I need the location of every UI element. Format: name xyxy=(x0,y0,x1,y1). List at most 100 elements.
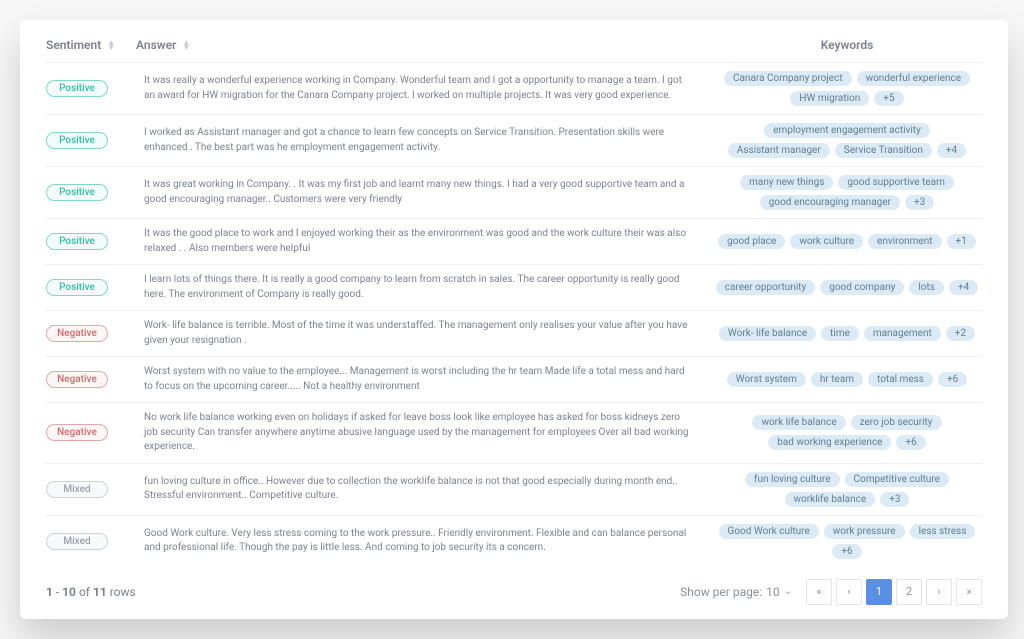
table-row: Mixed Good Work culture. Very less stress… xyxy=(46,516,982,567)
keyword-more-pill[interactable]: +6 xyxy=(896,435,925,450)
cell-sentiment: Mixed xyxy=(46,481,136,498)
keyword-pill[interactable]: Work- life balance xyxy=(719,326,816,341)
table-header: Sentiment ▲▼ Answer ▲▼ Keywords xyxy=(46,30,982,63)
keyword-more-pill[interactable]: +3 xyxy=(905,195,934,210)
column-label: Keywords xyxy=(821,38,874,52)
cell-answer: Worst system with no value to the employ… xyxy=(144,365,704,394)
cell-answer: It was the good place to work and I enjo… xyxy=(144,227,704,256)
table-row: Negative Work- life balance is terrible. … xyxy=(46,311,982,357)
perpage-value: 10 xyxy=(766,585,780,599)
keyword-more-pill[interactable]: +1 xyxy=(947,234,976,249)
cell-keywords: Canara Company project wonderful experien… xyxy=(712,71,982,106)
cell-keywords: fun loving culture Competitive culture wor… xyxy=(712,472,982,507)
sentiment-badge: Positive xyxy=(46,233,108,250)
pager-next[interactable]: › xyxy=(926,579,952,605)
per-page-select[interactable]: Show per page: 10 ⌄ xyxy=(680,585,792,599)
column-header-answer[interactable]: Answer ▲▼ xyxy=(136,38,712,52)
keyword-pill[interactable]: total mess xyxy=(868,372,933,387)
table-row: Mixed fun loving culture in office.. Howe… xyxy=(46,464,982,516)
keyword-pill[interactable]: Service Transition xyxy=(835,143,932,158)
cell-answer: Work- life balance is terrible. Most of … xyxy=(144,319,704,348)
keyword-pill[interactable]: work pressure xyxy=(824,524,905,539)
row-range-label: 1 - 10 of 11 rows xyxy=(46,585,136,599)
keyword-pill[interactable]: good supportive team xyxy=(838,175,953,190)
keyword-pill[interactable]: management xyxy=(864,326,941,341)
keyword-pill[interactable]: Worst system xyxy=(727,372,806,387)
keyword-pill[interactable]: fun loving culture xyxy=(745,472,840,487)
cell-answer: fun loving culture in office.. However d… xyxy=(144,475,704,504)
cell-sentiment: Positive xyxy=(46,233,136,250)
keyword-pill[interactable]: zero job security xyxy=(851,415,942,430)
cell-keywords: Work- life balance time management +2 xyxy=(712,326,982,341)
keyword-pill[interactable]: less stress xyxy=(910,524,976,539)
sort-icon[interactable]: ▲▼ xyxy=(182,40,190,50)
keyword-pill[interactable]: Canara Company project xyxy=(724,71,852,86)
cell-answer: Good Work culture. Very less stress comi… xyxy=(144,527,704,556)
keyword-pill[interactable]: worklife balance xyxy=(785,492,876,507)
cell-answer: I learn lots of things there. It is real… xyxy=(144,273,704,302)
keyword-pill[interactable]: Good Work culture xyxy=(719,524,819,539)
table-row: PositiveIt was great working in Company.… xyxy=(46,167,982,219)
range-total: 11 xyxy=(93,585,107,599)
cell-keywords: Worst system hr team total mess +6 xyxy=(712,372,982,387)
keyword-pill[interactable]: work life balance xyxy=(752,415,845,430)
cell-answer: No work life balance working even on hol… xyxy=(144,411,704,455)
cell-keywords: employment engagement activity Assistant … xyxy=(712,123,982,158)
keyword-pill[interactable]: work culture xyxy=(790,234,863,249)
column-header-sentiment[interactable]: Sentiment ▲▼ xyxy=(46,38,136,52)
keyword-pill[interactable]: HW migration xyxy=(790,91,869,106)
keyword-more-pill[interactable]: +2 xyxy=(946,326,975,341)
table-row: Positive I worked as Assistant manager an… xyxy=(46,115,982,167)
cell-sentiment: Mixed xyxy=(46,533,136,550)
cell-sentiment: Positive xyxy=(46,80,136,97)
keyword-pill[interactable]: bad working experience xyxy=(768,435,891,450)
cell-sentiment: Positive xyxy=(46,132,136,149)
keyword-pill[interactable]: Assistant manager xyxy=(728,143,830,158)
cell-answer: I worked as Assistant manager and got a … xyxy=(144,126,704,155)
keyword-pill[interactable]: career opportunity xyxy=(716,280,815,295)
sentiment-badge: Negative xyxy=(46,325,108,342)
range-to: 10 xyxy=(62,585,76,599)
keyword-pill[interactable]: good company xyxy=(820,280,904,295)
keyword-pill[interactable]: time xyxy=(821,326,859,341)
table-row: Negative Worst system with no value to th… xyxy=(46,357,982,403)
sentiment-badge: Positive xyxy=(46,80,108,97)
keyword-more-pill[interactable]: +4 xyxy=(949,280,978,295)
sentiment-badge: Negative xyxy=(46,371,108,388)
column-label: Sentiment xyxy=(46,38,101,52)
keyword-pill[interactable]: lots xyxy=(909,280,944,295)
table-row: PositiveIt was really a wonderful experi… xyxy=(46,63,982,115)
pager-page-2[interactable]: 2 xyxy=(896,579,922,605)
keyword-pill[interactable]: good place xyxy=(718,234,785,249)
cell-keywords: Good Work culture work pressure less stres… xyxy=(712,524,982,559)
table-body: PositiveIt was really a wonderful experi… xyxy=(46,63,982,567)
sort-icon[interactable]: ▲▼ xyxy=(107,40,115,50)
table-row: Negative No work life balance working eve… xyxy=(46,403,982,464)
keyword-pill[interactable]: hr team xyxy=(811,372,863,387)
keyword-more-pill[interactable]: +4 xyxy=(937,143,966,158)
cell-sentiment: Negative xyxy=(46,371,136,388)
pager-page-1[interactable]: 1 xyxy=(866,579,892,605)
cell-sentiment: Positive xyxy=(46,184,136,201)
keyword-pill[interactable]: wonderful experience xyxy=(857,71,970,86)
keyword-pill[interactable]: many new things xyxy=(740,175,833,190)
results-table-card: Sentiment ▲▼ Answer ▲▼ Keywords Positive… xyxy=(20,20,1008,619)
pager-first[interactable]: « xyxy=(806,579,832,605)
column-header-keywords: Keywords xyxy=(712,38,982,52)
keyword-more-pill[interactable]: +6 xyxy=(832,544,861,559)
keyword-more-pill[interactable]: +5 xyxy=(874,91,903,106)
keyword-more-pill[interactable]: +6 xyxy=(938,372,967,387)
range-from: 1 xyxy=(46,585,53,599)
sentiment-badge: Mixed xyxy=(46,533,108,550)
chevron-down-icon: ⌄ xyxy=(784,586,792,597)
column-label: Answer xyxy=(136,38,176,52)
keyword-more-pill[interactable]: +3 xyxy=(880,492,909,507)
keyword-pill[interactable]: environment xyxy=(868,234,941,249)
keyword-pill[interactable]: employment engagement activity xyxy=(764,123,930,138)
pager-last[interactable]: » xyxy=(956,579,982,605)
keyword-pill[interactable]: good encouraging manager xyxy=(760,195,900,210)
cell-keywords: career opportunity good company lots +4 xyxy=(712,280,982,295)
keyword-pill[interactable]: Competitive culture xyxy=(845,472,949,487)
cell-sentiment: Negative xyxy=(46,424,136,441)
pager-prev[interactable]: ‹ xyxy=(836,579,862,605)
